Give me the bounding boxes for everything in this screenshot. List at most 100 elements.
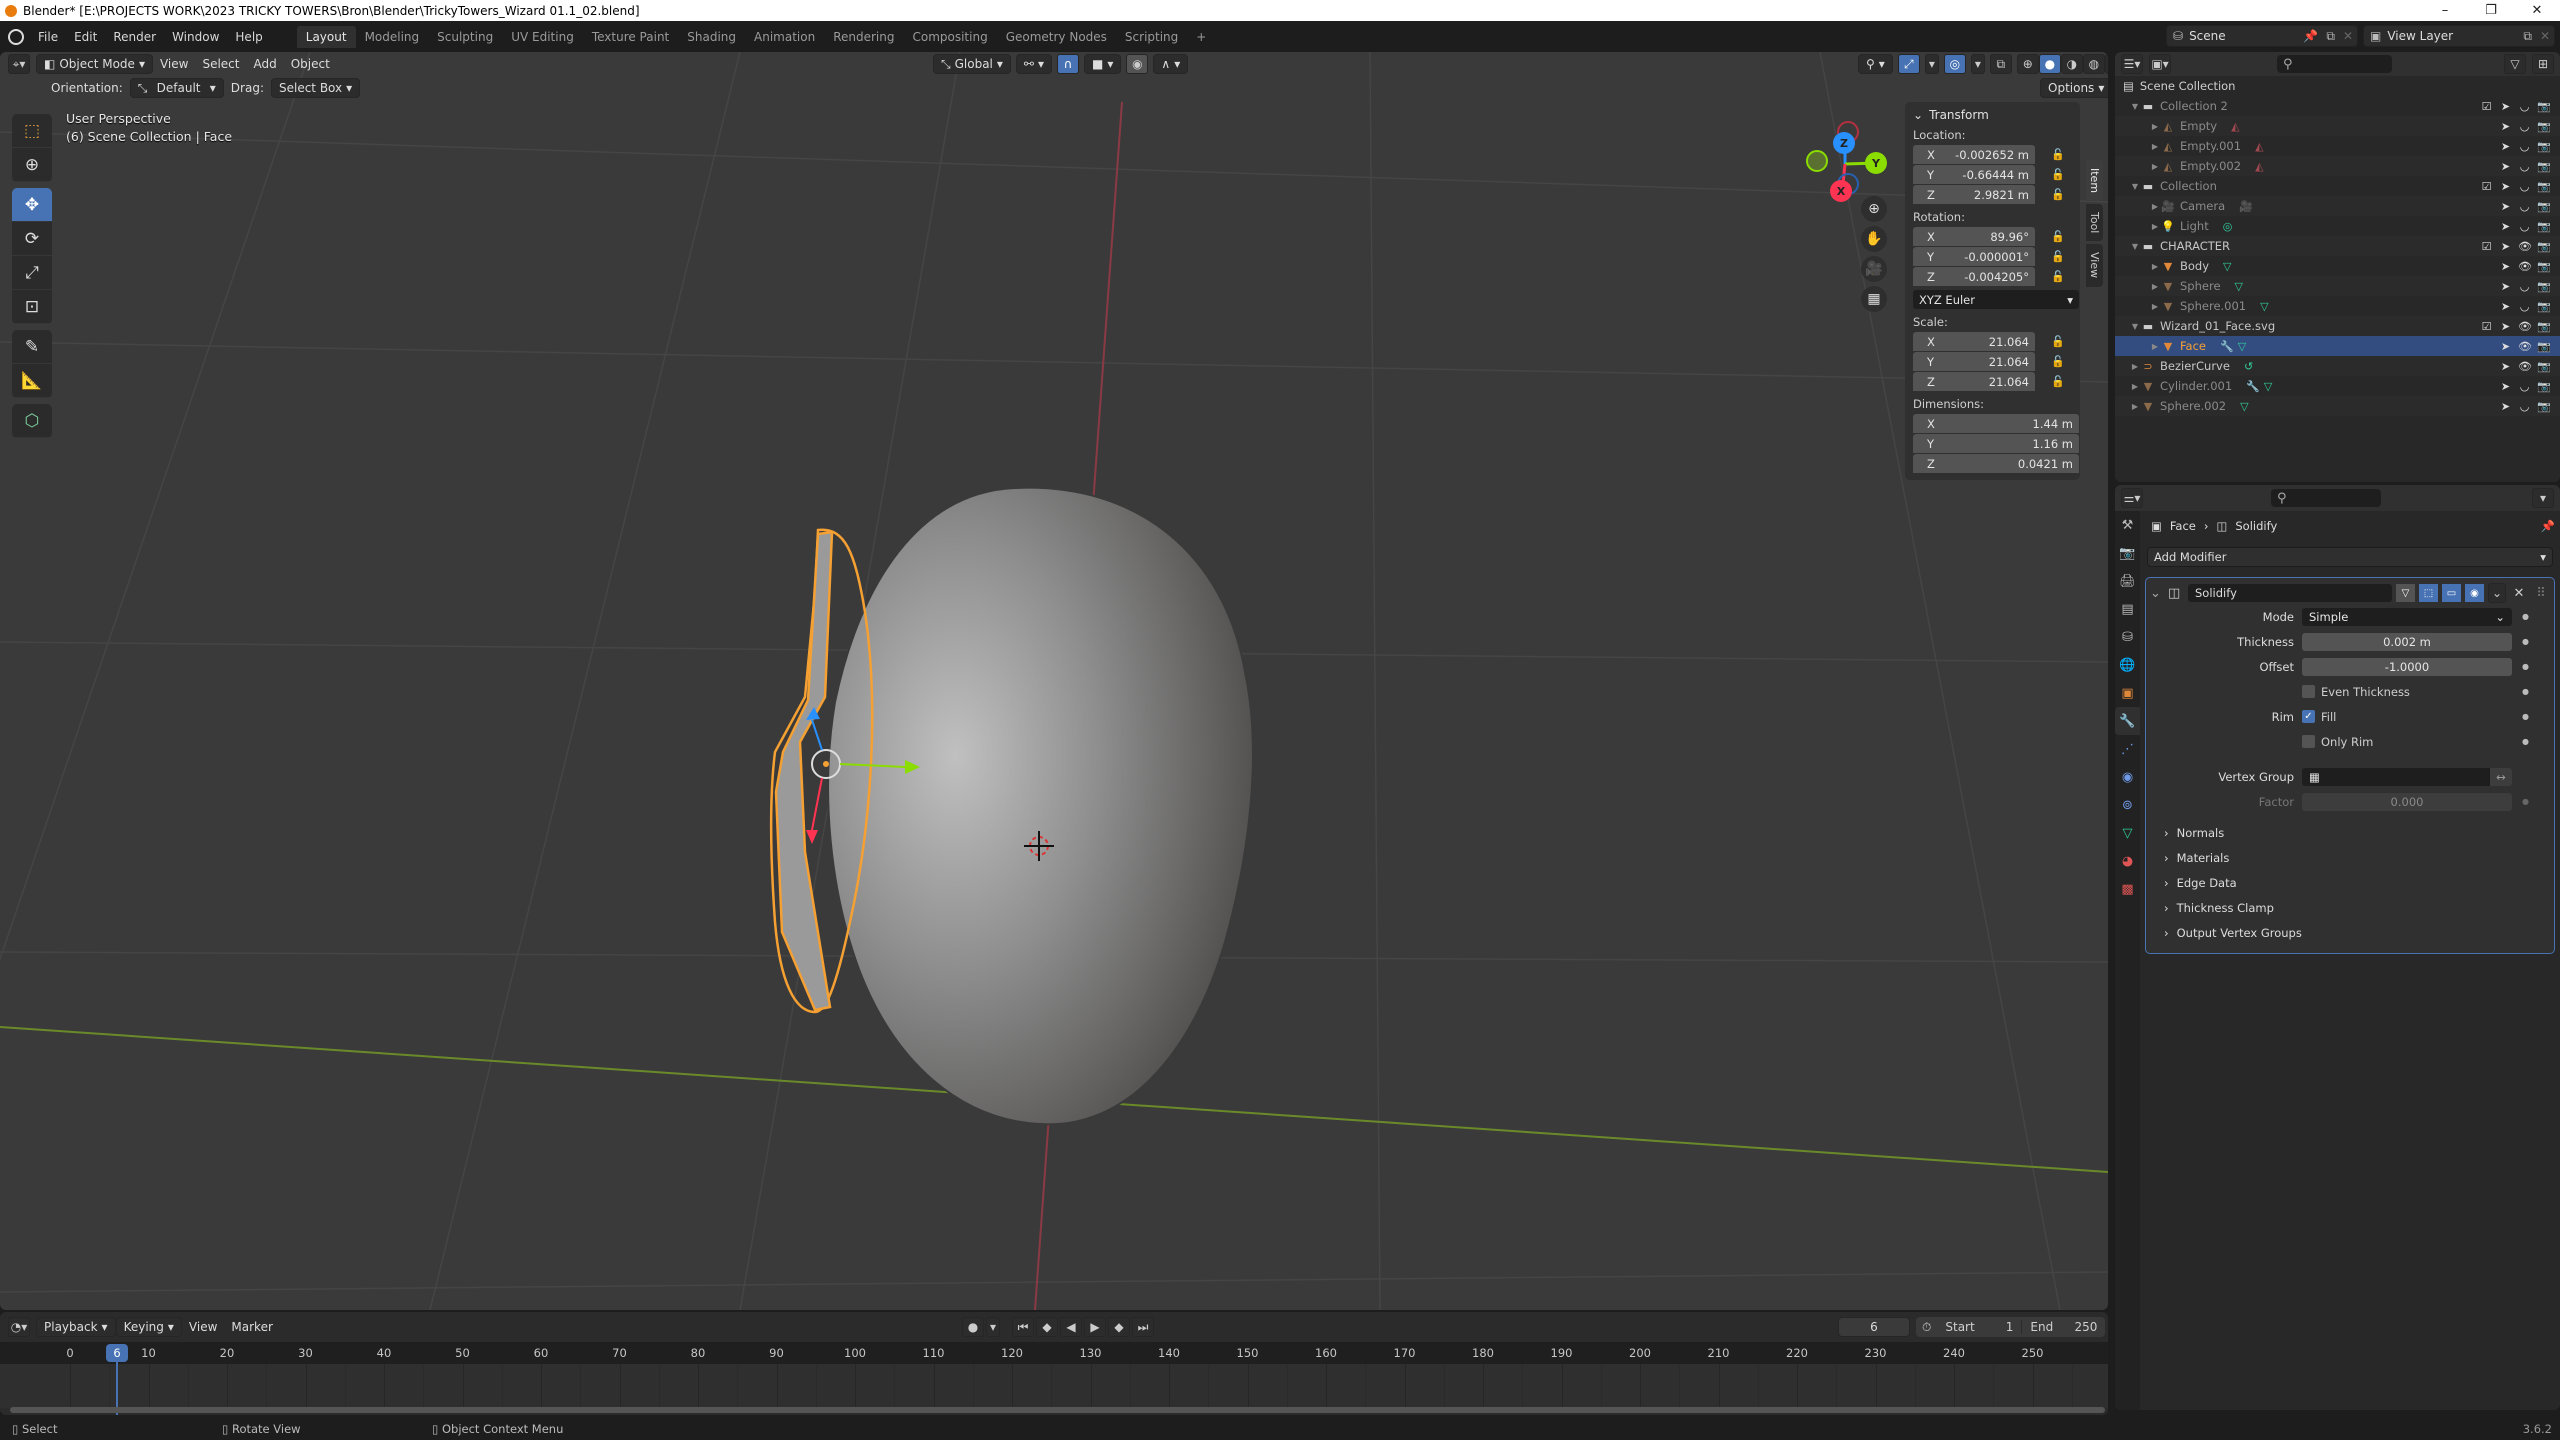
render-camera-icon[interactable]: 📷 <box>2537 140 2551 153</box>
mesh-data-icon[interactable]: ▽ <box>2240 400 2248 413</box>
properties-options-dropdown[interactable]: ▾ <box>2532 488 2554 508</box>
tab-uv-editing[interactable]: UV Editing <box>502 26 583 48</box>
properties-editor-type[interactable]: ⚌▾ <box>2121 488 2143 508</box>
shading-material[interactable]: ◑ <box>2060 54 2083 74</box>
dimensions-x-field[interactable]: X 1.44 m <box>1913 414 2079 433</box>
pivot-point-dropdown[interactable]: ⚯ ▾ <box>1015 54 1053 74</box>
tab-tool[interactable]: ⚒ <box>2115 511 2140 539</box>
timeline-menu-marker[interactable]: Marker <box>224 1320 279 1334</box>
selectable-icon[interactable]: ➤ <box>2499 360 2512 373</box>
tab-scene[interactable]: ⛁ <box>2115 623 2140 651</box>
selectable-icon[interactable]: ➤ <box>2499 320 2512 333</box>
exclude-checkbox[interactable]: ☑ <box>2480 240 2493 253</box>
gizmo-z[interactable]: Z <box>1833 132 1855 154</box>
tool-select-box[interactable]: ⬚ <box>12 114 52 148</box>
start-frame-field[interactable]: Start 1 <box>1937 1320 2021 1334</box>
mode-dropdown[interactable]: Simple ⌄ <box>2302 607 2512 626</box>
camera-data-icon[interactable]: 🎥 <box>2239 200 2253 213</box>
tool-move[interactable]: ✥ <box>12 188 52 222</box>
3d-viewport[interactable]: ⌖▾ ◧ Object Mode ▾ View Select Add Object … <box>0 52 2108 1310</box>
outliner-row[interactable]: ▶ ▼ Sphere.001 ▽ ➤ ◡ 📷 <box>2115 296 2560 316</box>
snap-toggle[interactable]: ∩ <box>1057 54 1080 74</box>
selectable-icon[interactable]: ➤ <box>2499 140 2512 153</box>
modifier-wrench-icon[interactable]: 🔧 <box>2220 340 2234 353</box>
outliner-row[interactable]: ▶ ▼ Sphere.002 ▽ ➤ ◡ 📷 <box>2115 396 2560 416</box>
keyframe-dot[interactable]: ● <box>2522 712 2529 721</box>
selectable-icon[interactable]: ➤ <box>2499 340 2512 353</box>
prev-keyframe-button[interactable]: ◆ <box>1036 1317 1058 1337</box>
expand-right-icon[interactable]: ▶ <box>2149 302 2161 311</box>
mode-selector[interactable]: ◧ Object Mode ▾ <box>36 54 153 74</box>
selectable-icon[interactable]: ➤ <box>2499 180 2512 193</box>
render-camera-icon[interactable]: 📷 <box>2537 300 2551 313</box>
expand-right-icon[interactable]: ▶ <box>2149 162 2161 171</box>
keyframe-dot[interactable]: ● <box>2522 662 2529 671</box>
drag-handle[interactable]: ⠿ <box>2532 586 2550 601</box>
tab-view-layer[interactable]: ▤ <box>2115 595 2140 623</box>
new-collection-button[interactable]: ⊞ <box>2532 54 2554 74</box>
delete-scene-icon[interactable]: ✕ <box>2339 29 2357 43</box>
eye-closed-icon[interactable]: ◡ <box>2518 380 2531 393</box>
new-view-layer-icon[interactable]: ⧉ <box>2519 29 2536 44</box>
eye-closed-icon[interactable]: ◡ <box>2518 160 2531 173</box>
selectable-icon[interactable]: ➤ <box>2499 160 2512 173</box>
location-y-field[interactable]: Y -0.66444 m <box>1913 165 2035 184</box>
empty-data-icon[interactable]: ◭ <box>2255 140 2263 153</box>
menu-file[interactable]: File <box>30 30 66 44</box>
menu-help[interactable]: Help <box>227 30 270 44</box>
jump-start-button[interactable]: ⏮ <box>1012 1317 1034 1337</box>
properties-search-input[interactable]: ⚲ <box>2271 489 2381 507</box>
expand-right-icon[interactable]: ▶ <box>2149 222 2161 231</box>
outliner-search-input[interactable]: ⚲ <box>2277 55 2392 73</box>
selectable-icon[interactable]: ➤ <box>2499 220 2512 233</box>
mesh-data-icon[interactable]: ▽ <box>2223 260 2231 273</box>
render-camera-icon[interactable]: 📷 <box>2537 320 2551 333</box>
lock-icon[interactable]: 🔓 <box>2051 375 2069 388</box>
render-camera-icon[interactable]: 📷 <box>2537 260 2551 273</box>
offset-field[interactable]: -1.0000 <box>2302 657 2512 676</box>
menu-select[interactable]: Select <box>195 57 246 71</box>
tab-shading[interactable]: Shading <box>678 26 745 48</box>
eye-icon[interactable]: 👁 <box>2518 320 2532 333</box>
tool-rotate[interactable]: ⟳ <box>12 222 52 256</box>
keying-dropdown[interactable]: Keying ▾ <box>115 1317 182 1337</box>
subpanel-normals[interactable]: › Normals <box>2150 820 2550 845</box>
gizmo-y[interactable]: Y <box>1865 152 1887 174</box>
vertex-group-input[interactable]: ▦ <box>2302 767 2490 786</box>
scene-collection-row[interactable]: ▤ Scene Collection <box>2115 76 2560 96</box>
tab-layout[interactable]: Layout <box>296 25 356 48</box>
eye-icon[interactable]: 👁 <box>2518 360 2532 373</box>
expand-down-icon[interactable]: ▼ <box>2129 182 2141 191</box>
filter-dropdown[interactable]: ▽ <box>2504 54 2526 74</box>
tab-rendering[interactable]: Rendering <box>824 26 903 48</box>
lock-icon[interactable]: 🔓 <box>2051 148 2069 161</box>
shading-dropdown[interactable]: ▾ <box>2104 54 2108 74</box>
mesh-data-icon[interactable]: ▽ <box>2264 380 2272 393</box>
menu-object[interactable]: Object <box>284 57 337 71</box>
scale-z-field[interactable]: Z 21.064 <box>1913 372 2035 391</box>
auto-keying-toggle[interactable]: ● <box>962 1317 984 1337</box>
blender-menu-icon[interactable] <box>8 28 24 45</box>
render-toggle[interactable]: ◉ <box>2465 584 2484 602</box>
eye-closed-icon[interactable]: ◡ <box>2518 180 2531 193</box>
render-camera-icon[interactable]: 📷 <box>2537 120 2551 133</box>
eye-icon[interactable]: 👁 <box>2518 260 2532 273</box>
tool-cursor[interactable]: ⊕ <box>12 148 52 182</box>
display-mode-dropdown[interactable]: ▣▾ <box>2149 54 2171 74</box>
ortho-toggle-button[interactable]: ▦ <box>1861 286 1887 312</box>
selectable-icon[interactable]: ➤ <box>2499 120 2512 133</box>
selectable-icon[interactable]: ➤ <box>2499 240 2512 253</box>
auto-keying-dropdown[interactable]: ▾ <box>986 1317 1000 1337</box>
visibility-dropdown[interactable]: ⚲ ▾ <box>1858 54 1893 74</box>
tab-scripting[interactable]: Scripting <box>1116 26 1187 48</box>
close-button[interactable]: ✕ <box>2514 0 2560 21</box>
gizmo-toggle[interactable]: ⤢ <box>1897 54 1920 74</box>
outliner-row[interactable]: ▼ ▬ Wizard_01_Face.svg ☑ ➤ 👁 📷 <box>2115 316 2560 336</box>
render-camera-icon[interactable]: 📷 <box>2537 380 2551 393</box>
scene-selector[interactable]: ⛁ Scene 📌 ⧉ ✕ <box>2166 25 2358 47</box>
end-frame-field[interactable]: End 250 <box>2021 1320 2105 1334</box>
tab-data[interactable]: ▽ <box>2115 819 2140 847</box>
lock-icon[interactable]: 🔓 <box>2051 188 2069 201</box>
tool-measure[interactable]: 📐 <box>12 364 52 398</box>
render-camera-icon[interactable]: 📷 <box>2537 340 2551 353</box>
